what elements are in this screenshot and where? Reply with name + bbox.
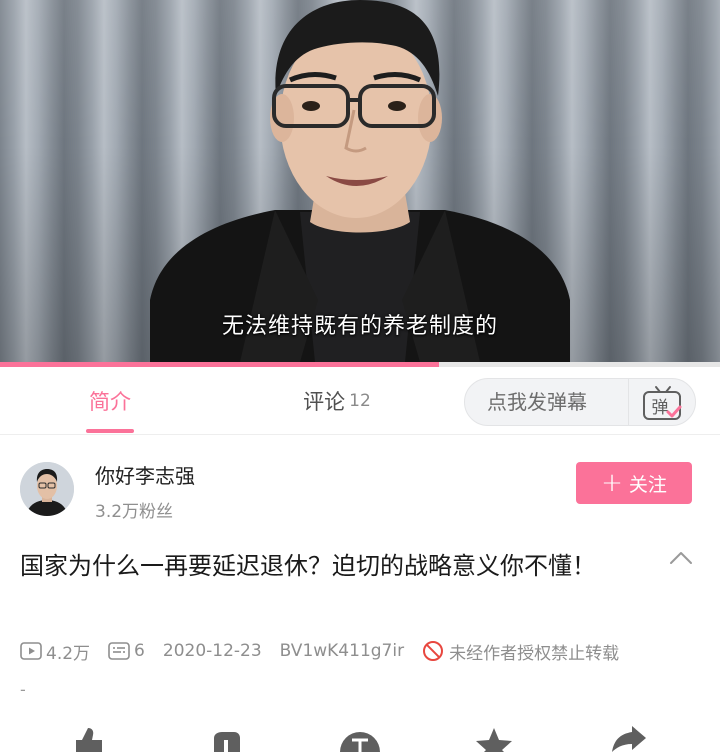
favorite-icon[interactable] — [471, 726, 517, 752]
danmaku-count: 6 — [134, 641, 145, 661]
avatar-image — [20, 462, 74, 516]
danmaku-divider — [628, 379, 629, 425]
tab-comments[interactable]: 评论 12 — [282, 367, 392, 435]
coin-icon[interactable] — [337, 726, 383, 752]
publish-date: 2020-12-23 — [162, 641, 262, 661]
chevron-up-icon[interactable] — [668, 548, 694, 568]
video-player[interactable]: 无法维持既有的养老制度的 — [0, 0, 720, 362]
tab-comments-label: 评论 — [303, 390, 346, 414]
active-tab-indicator — [86, 429, 134, 433]
follow-label: 关注 — [628, 473, 667, 496]
video-subtitle: 无法维持既有的养老制度的 — [221, 314, 498, 339]
play-count-icon — [20, 642, 42, 660]
uploader-name[interactable]: 你好李志强 — [95, 460, 195, 489]
bvid: BV1wK411g7ir — [279, 641, 405, 661]
tab-comments-count: 12 — [349, 391, 371, 411]
danmaku-count-icon — [108, 642, 130, 660]
plus-icon: + — [601, 468, 623, 498]
dislike-icon[interactable] — [204, 726, 250, 752]
share-icon[interactable] — [606, 726, 652, 752]
video-description: - — [20, 680, 26, 699]
tab-intro-label: 简介 — [89, 390, 131, 414]
copyright-notice: 未经作者授权禁止转载 — [422, 639, 619, 664]
uploader-avatar[interactable] — [20, 462, 74, 516]
danmaku-settings-icon[interactable]: 弹 — [641, 383, 685, 423]
copyright-text: 未经作者授权禁止转载 — [449, 643, 620, 664]
uploader-fans: 3.2万粉丝 — [95, 502, 174, 522]
like-icon[interactable] — [66, 726, 112, 752]
danmaku-stat: 6 — [108, 641, 145, 661]
no-repost-icon — [423, 641, 444, 661]
action-bar — [0, 726, 720, 752]
tab-intro[interactable]: 简介 — [60, 367, 160, 435]
danmaku-placeholder: 点我发弹幕 — [487, 390, 587, 414]
video-stats: 4.2万 6 2020-12-23 BV1wK411g7ir 未经作者授权禁止转… — [20, 638, 619, 664]
video-title: 国家为什么一再要延迟退休？迫切的战略意义你不懂！ — [20, 552, 596, 580]
views-count: 4.2万 — [46, 643, 91, 664]
views-stat: 4.2万 — [20, 639, 90, 664]
follow-button[interactable]: + 关注 — [576, 462, 692, 504]
danmaku-icon-glyph: 弹 — [652, 398, 669, 418]
danmaku-input[interactable]: 点我发弹幕 弹 — [464, 378, 696, 426]
